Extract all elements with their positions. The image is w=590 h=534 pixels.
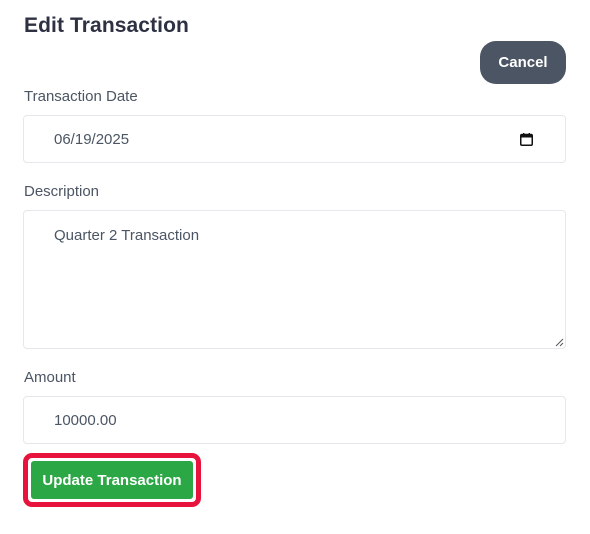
update-transaction-button[interactable]: Update Transaction (31, 461, 193, 499)
transaction-date-value: 06/19/2025 (54, 131, 130, 148)
cancel-button[interactable]: Cancel (480, 41, 566, 84)
amount-label: Amount (24, 369, 76, 386)
resize-handle-icon[interactable] (555, 338, 564, 347)
page-title: Edit Transaction (24, 14, 189, 37)
edit-transaction-form: Edit Transaction Cancel Transaction Date… (0, 0, 590, 534)
amount-value: 10000.00 (54, 412, 117, 429)
transaction-date-input[interactable]: 06/19/2025 (23, 115, 566, 163)
description-label: Description (24, 183, 100, 200)
calendar-icon[interactable] (520, 133, 533, 146)
description-value: Quarter 2 Transaction (54, 227, 200, 244)
description-textarea[interactable]: Quarter 2 Transaction (23, 210, 566, 349)
amount-input[interactable]: 10000.00 (23, 396, 566, 444)
transaction-date-label: Transaction Date (24, 88, 138, 105)
